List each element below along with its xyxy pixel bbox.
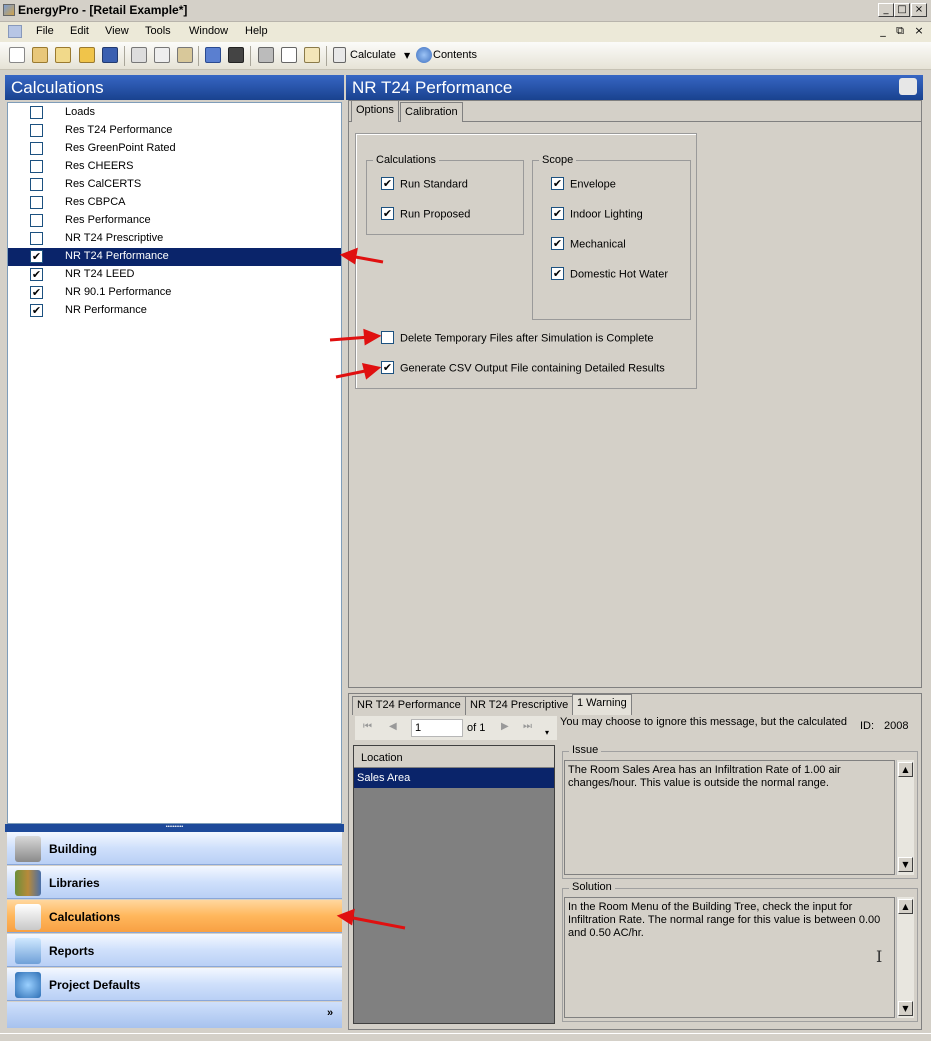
red-arrowhead bbox=[339, 247, 358, 265]
tab-options[interactable]: Options bbox=[351, 100, 399, 122]
annotation-arrows bbox=[329, 247, 406, 930]
